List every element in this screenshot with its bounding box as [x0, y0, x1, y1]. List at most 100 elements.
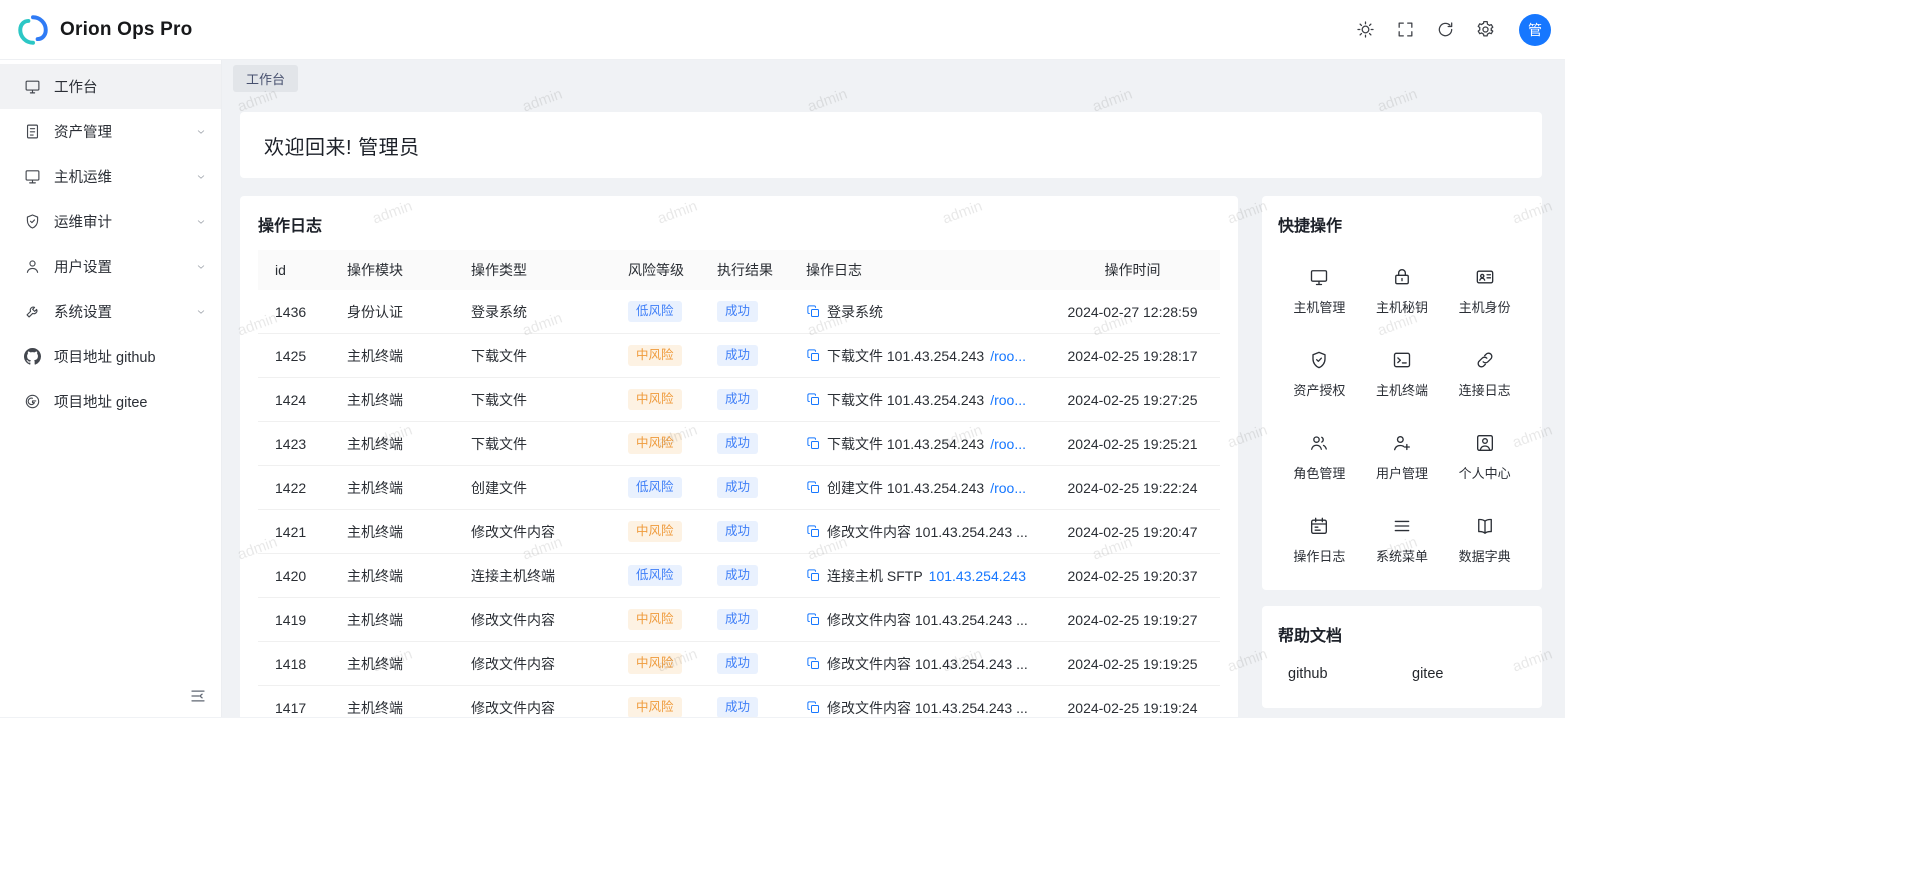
- copy-icon[interactable]: [806, 480, 821, 495]
- quick-action-host-terminal[interactable]: 主机终端: [1361, 331, 1444, 414]
- quick-action-label: 连接日志: [1459, 380, 1511, 399]
- link-icon: [1475, 350, 1495, 370]
- cell-result: 成功: [717, 653, 806, 674]
- sidebar-item-assets[interactable]: 资产管理: [0, 109, 221, 154]
- quick-action-role-manage[interactable]: 角色管理: [1278, 414, 1361, 497]
- copy-icon[interactable]: [806, 568, 821, 583]
- cell-log: 修改文件内容 101.43.254.243 ...: [806, 698, 1045, 718]
- result-badge: 成功: [717, 609, 758, 630]
- sidebar-item-system-settings[interactable]: 系统设置: [0, 289, 221, 334]
- quick-action-host-manage[interactable]: 主机管理: [1278, 248, 1361, 331]
- cell-log: 下载文件 101.43.254.243 /roo...: [806, 346, 1045, 366]
- welcome-card: 欢迎回来! 管理员: [240, 112, 1542, 178]
- copy-icon[interactable]: [806, 348, 821, 363]
- copy-icon[interactable]: [806, 392, 821, 407]
- fullscreen-button[interactable]: [1385, 10, 1425, 50]
- log-table-row: 1436身份认证登录系统低风险成功登录系统2024-02-27 12:28:59: [258, 290, 1220, 334]
- log-table-row: 1422主机终端创建文件低风险成功创建文件 101.43.254.243 /ro…: [258, 466, 1220, 510]
- cell-id: 1421: [275, 524, 347, 540]
- quick-action-system-menu[interactable]: 系统菜单: [1361, 497, 1444, 580]
- cell-id: 1419: [275, 612, 347, 628]
- cell-log: 登录系统: [806, 302, 1045, 322]
- quick-action-asset-auth[interactable]: 资产授权: [1278, 331, 1361, 414]
- gitee-icon: [24, 393, 41, 410]
- brand[interactable]: Orion Ops Pro: [16, 13, 192, 47]
- cell-result: 成功: [717, 477, 806, 498]
- quick-action-label: 角色管理: [1293, 463, 1345, 482]
- log-link[interactable]: /roo...: [990, 480, 1026, 496]
- result-badge: 成功: [717, 565, 758, 586]
- welcome-message: 欢迎回来! 管理员: [264, 131, 420, 160]
- sidebar-item-label: 资产管理: [54, 121, 195, 142]
- result-badge: 成功: [717, 389, 758, 410]
- settings-button[interactable]: [1465, 10, 1505, 50]
- quick-action-user-manage[interactable]: 用户管理: [1361, 414, 1444, 497]
- theme-button[interactable]: [1345, 10, 1385, 50]
- log-link[interactable]: /roo...: [990, 436, 1026, 452]
- log-table-row: 1423主机终端下载文件中风险成功下载文件 101.43.254.243 /ro…: [258, 422, 1220, 466]
- menu-icon: [1392, 516, 1412, 536]
- copy-icon[interactable]: [806, 656, 821, 671]
- quick-action-host-keys[interactable]: 主机秘钥: [1361, 248, 1444, 331]
- cell-id: 1420: [275, 568, 347, 584]
- app-header: Orion Ops Pro 管: [0, 0, 1565, 60]
- copy-icon[interactable]: [806, 304, 821, 319]
- result-badge: 成功: [717, 521, 758, 542]
- help-card: 帮助文档 githubgitee: [1262, 606, 1542, 708]
- result-badge: 成功: [717, 653, 758, 674]
- sidebar-item-gitee[interactable]: 项目地址 gitee: [0, 379, 221, 424]
- chevron-down-icon: [195, 171, 207, 183]
- sidebar-item-label: 主机运维: [54, 166, 195, 187]
- operation-log-table: id操作模块操作类型风险等级执行结果操作日志操作时间 1436身份认证登录系统低…: [258, 250, 1220, 717]
- help-link-github[interactable]: github: [1278, 666, 1402, 682]
- sidebar-item-host-ops[interactable]: 主机运维: [0, 154, 221, 199]
- log-link[interactable]: /roo...: [990, 392, 1026, 408]
- sidebar-item-user-settings[interactable]: 用户设置: [0, 244, 221, 289]
- log-link[interactable]: /roo...: [990, 348, 1026, 364]
- table-header-row: id操作模块操作类型风险等级执行结果操作日志操作时间: [258, 250, 1220, 290]
- column-header-1: 操作模块: [347, 260, 471, 280]
- sidebar-item-audit[interactable]: 运维审计: [0, 199, 221, 244]
- help-card-title: 帮助文档: [1278, 622, 1526, 646]
- risk-badge: 中风险: [628, 521, 682, 542]
- cell-result: 成功: [717, 433, 806, 454]
- cell-id: 1423: [275, 436, 347, 452]
- quick-action-op-logs[interactable]: 操作日志: [1278, 497, 1361, 580]
- cell-risk: 低风险: [628, 565, 717, 586]
- copy-icon[interactable]: [806, 612, 821, 627]
- column-header-0: id: [275, 262, 347, 278]
- user-avatar[interactable]: 管: [1519, 14, 1551, 46]
- cell-log: 连接主机 SFTP 101.43.254.243: [806, 566, 1045, 586]
- quick-action-connect-logs[interactable]: 连接日志: [1443, 331, 1526, 414]
- shield-icon: [24, 213, 41, 230]
- quick-action-profile[interactable]: 个人中心: [1443, 414, 1526, 497]
- quick-action-label: 个人中心: [1459, 463, 1511, 482]
- quick-action-label: 主机管理: [1293, 297, 1345, 316]
- copy-icon[interactable]: [806, 524, 821, 539]
- cell-type: 创建文件: [471, 478, 628, 498]
- sidebar-item-github[interactable]: 项目地址 github: [0, 334, 221, 379]
- quick-action-data-dict[interactable]: 数据字典: [1443, 497, 1526, 580]
- refresh-button[interactable]: [1425, 10, 1465, 50]
- cell-id: 1424: [275, 392, 347, 408]
- copy-icon[interactable]: [806, 700, 821, 715]
- help-links: githubgitee: [1278, 666, 1526, 682]
- quick-action-label: 用户管理: [1376, 463, 1428, 482]
- cell-module: 身份认证: [347, 302, 471, 322]
- copy-icon[interactable]: [806, 436, 821, 451]
- result-badge: 成功: [717, 345, 758, 366]
- quick-action-host-identity[interactable]: 主机身份: [1443, 248, 1526, 331]
- sidebar-collapse-icon[interactable]: [189, 687, 207, 705]
- log-link[interactable]: 101.43.254.243: [929, 568, 1026, 584]
- log-text: 下载文件 101.43.254.243: [827, 346, 984, 366]
- chevron-down-icon: [195, 126, 207, 138]
- main-content: 工作台 欢迎回来! 管理员 操作日志 id操作模块操作类型风险等级执行结果操作日…: [222, 60, 1565, 717]
- cell-module: 主机终端: [347, 346, 471, 366]
- tab-workbench[interactable]: 工作台: [233, 65, 298, 92]
- gear-icon: [1476, 20, 1495, 39]
- help-link-gitee[interactable]: gitee: [1402, 666, 1526, 682]
- risk-badge: 中风险: [628, 389, 682, 410]
- cell-risk: 中风险: [628, 433, 717, 454]
- sidebar-item-workbench[interactable]: 工作台: [0, 64, 221, 109]
- log-table-row: 1418主机终端修改文件内容中风险成功修改文件内容 101.43.254.243…: [258, 642, 1220, 686]
